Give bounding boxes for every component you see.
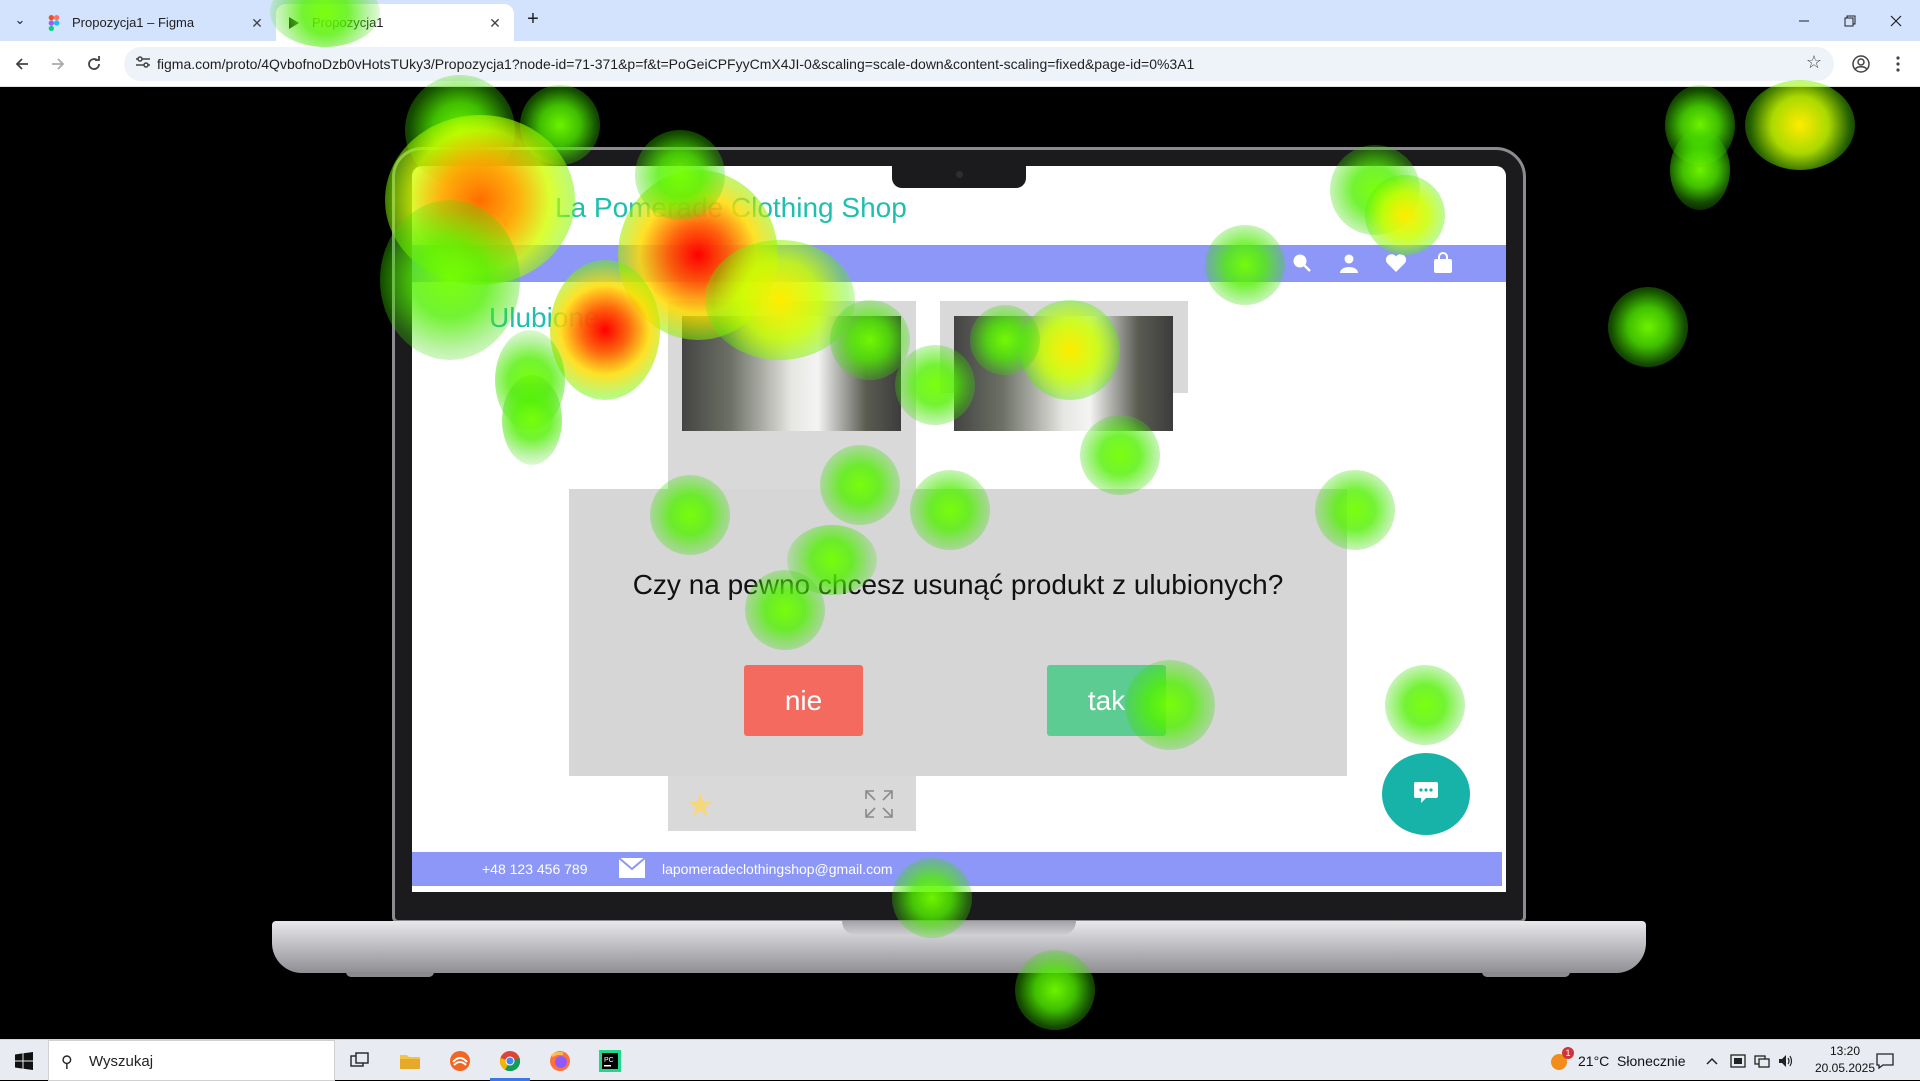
favorite-star-icon[interactable]: ★: [686, 786, 715, 824]
bookmark-star-icon[interactable]: ☆: [1806, 52, 1822, 73]
footer-phone: +48 123 456 789: [482, 861, 588, 877]
mail-icon: [618, 857, 646, 879]
menu-icon[interactable]: [1885, 51, 1911, 77]
browser-toolbar: figma.com/proto/4QvbofnoDzb0vHotsTUky3/P…: [0, 41, 1920, 87]
shop-title: La Pomerade Clothing Shop: [555, 192, 907, 223]
tab-figma-editor[interactable]: Propozycja1 – Figma ✕: [36, 4, 276, 41]
sun-icon: 1: [1548, 1046, 1574, 1072]
app-icon-orange[interactable]: [436, 1040, 484, 1081]
dialog-question: Czy na pewno chcesz usunąć produkt z ulu…: [632, 569, 1284, 600]
tab-title: Propozycja1 – Figma: [72, 15, 195, 30]
clock-time: 13:20: [1829, 1044, 1861, 1058]
prototype-viewport: La Pomerade Clothing Shop Ulubione ★ +48…: [0, 87, 1920, 1039]
minimize-button[interactable]: [1781, 0, 1827, 41]
footer-email[interactable]: lapomeradeclothingshop@gmail.com: [662, 861, 893, 877]
search-icon: ⚲: [61, 1054, 73, 1071]
laptop-screen: La Pomerade Clothing Shop Ulubione ★ +48…: [412, 166, 1506, 892]
back-button[interactable]: [8, 50, 36, 78]
volume-icon[interactable]: [1778, 1040, 1794, 1081]
laptop-foot: [1482, 972, 1570, 977]
shop-nav-bar: [412, 245, 1506, 282]
close-tab-icon[interactable]: ✕: [486, 14, 504, 32]
tab-title: Propozycja1: [312, 15, 384, 30]
heart-icon[interactable]: [1384, 251, 1408, 275]
product-image: [682, 316, 901, 431]
taskbar-search-input[interactable]: ⚲ Wyszukaj: [48, 1040, 335, 1081]
profile-icon[interactable]: [1848, 51, 1874, 77]
weather-text: 21°C Słonecznie: [1578, 1052, 1686, 1069]
site-settings-icon[interactable]: [134, 55, 152, 73]
restore-button[interactable]: [1827, 0, 1873, 41]
yes-button[interactable]: tak: [1047, 665, 1166, 736]
chat-icon: [1413, 780, 1439, 809]
favorites-heading: Ulubione: [489, 302, 600, 333]
laptop-hinge-groove: [842, 921, 1076, 935]
windows-logo-icon: [15, 1051, 33, 1070]
tab-search-button[interactable]: ⌄: [8, 8, 32, 32]
system-clock[interactable]: 13:20 20.05.2025: [1804, 1043, 1886, 1077]
expand-icon[interactable]: [864, 789, 894, 819]
play-icon: [286, 15, 302, 31]
user-icon[interactable]: [1337, 251, 1361, 275]
weather-badge: 1: [1562, 1046, 1574, 1059]
firefox-icon[interactable]: [536, 1040, 584, 1081]
chrome-icon[interactable]: [486, 1040, 534, 1081]
shop-footer: +48 123 456 789 lapomeradeclothingshop@g…: [412, 852, 1502, 886]
close-window-button[interactable]: [1873, 0, 1919, 41]
favorite-product-card[interactable]: [940, 301, 1188, 431]
bag-icon[interactable]: [1431, 251, 1455, 275]
remove-favorite-dialog: Czy na pewno chcesz usunąć produkt z ulu…: [569, 489, 1347, 776]
forward-button[interactable]: [44, 50, 72, 78]
meet-now-icon[interactable]: [1730, 1040, 1746, 1081]
tab-prototype[interactable]: Propozycja1 ✕: [276, 4, 514, 41]
notifications-icon[interactable]: [1876, 1040, 1894, 1081]
reload-button[interactable]: [80, 50, 108, 78]
figma-icon: [46, 14, 62, 31]
chat-button[interactable]: [1382, 753, 1470, 835]
network-icon[interactable]: [1754, 1040, 1770, 1081]
weather-widget[interactable]: 1 21°C Słonecznie: [1548, 1040, 1686, 1081]
pycharm-icon[interactable]: PC: [586, 1040, 634, 1081]
task-view-icon[interactable]: [336, 1040, 384, 1081]
no-button[interactable]: nie: [744, 665, 863, 736]
camera-dot: [956, 171, 963, 178]
tray-overflow-icon[interactable]: [1706, 1040, 1718, 1081]
laptop-foot: [346, 972, 434, 977]
start-button[interactable]: [0, 1040, 48, 1081]
close-tab-icon[interactable]: ✕: [248, 14, 266, 32]
url-text: figma.com/proto/4QvbofnoDzb0vHotsTUky3/P…: [157, 56, 1195, 72]
clock-date: 20.05.2025: [1814, 1061, 1876, 1075]
search-icon[interactable]: [1290, 251, 1314, 275]
search-placeholder: Wyszukaj: [89, 1053, 154, 1070]
taskbar: ⚲ Wyszukaj PC 1 21°C Słonecznie 13:20 20…: [0, 1039, 1920, 1081]
address-bar[interactable]: figma.com/proto/4QvbofnoDzb0vHotsTUky3/P…: [124, 47, 1834, 81]
file-explorer-icon[interactable]: [386, 1040, 434, 1081]
svg-text:PC: PC: [604, 1057, 614, 1064]
tab-strip: ⌄ Propozycja1 – Figma ✕ Propozycja1 ✕ +: [0, 0, 1920, 41]
new-tab-button[interactable]: +: [519, 8, 547, 32]
product-image: [954, 316, 1173, 431]
